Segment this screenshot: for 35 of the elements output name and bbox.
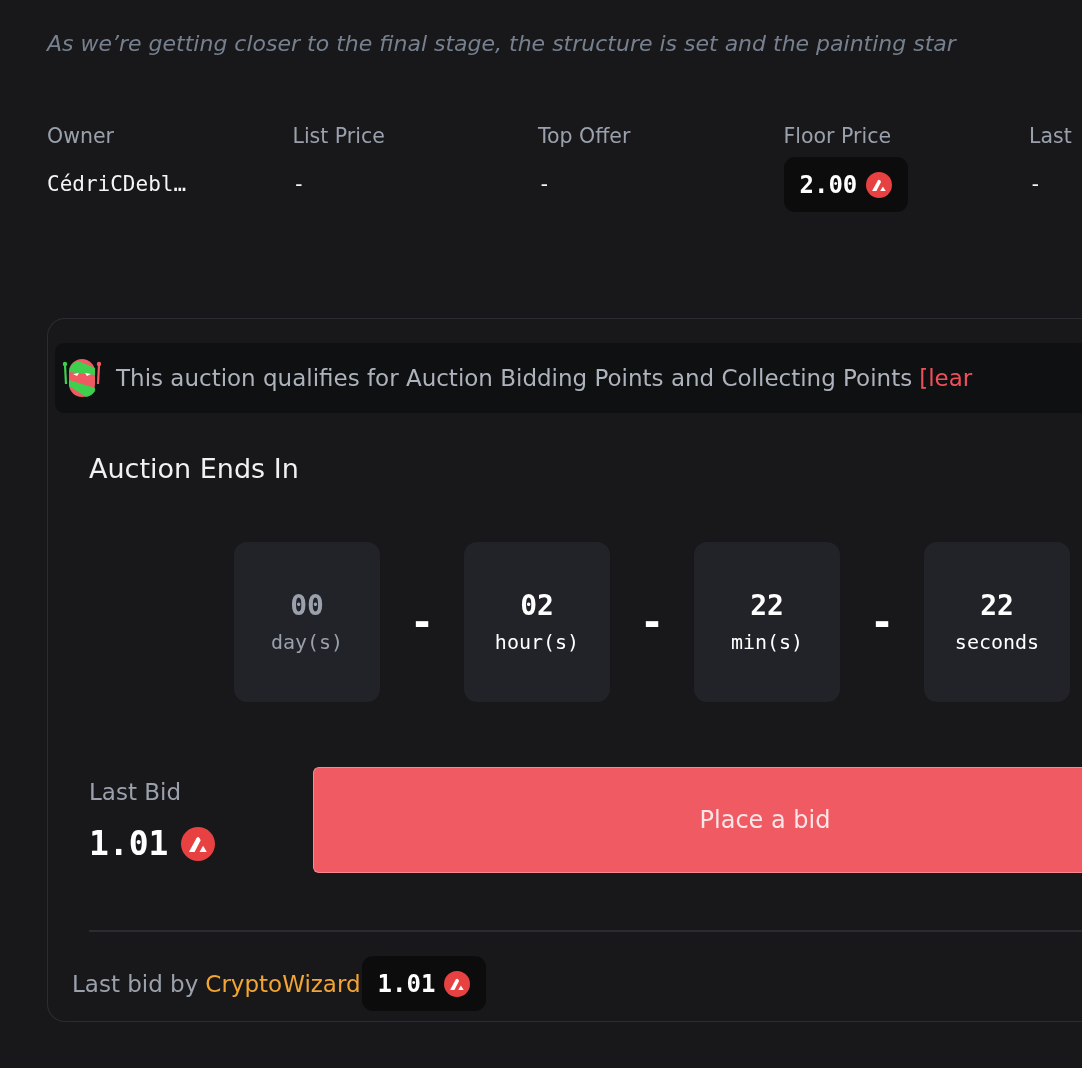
learn-more-link[interactable]: [lear: [919, 365, 973, 391]
stat-value: CédriCDebl…: [47, 171, 187, 198]
countdown-value: 22: [980, 589, 1014, 623]
separator-dash: -: [638, 602, 666, 642]
separator-dash: -: [868, 602, 896, 642]
bidder-link[interactable]: CryptoWizard: [205, 970, 361, 997]
bid-amount-value: 1.01: [377, 969, 436, 998]
stat-value: -: [538, 171, 551, 198]
stat-label: Last: [1029, 123, 1072, 149]
countdown-value: 22: [750, 589, 784, 623]
last-bid-by-text: Last bid by: [72, 970, 199, 997]
price-value: 2.00: [799, 170, 858, 199]
stat-label: Owner: [47, 123, 114, 149]
separator-dash: -: [408, 602, 436, 642]
banner-text: This auction qualifies for Auction Bidding Points and Collecting Points: [116, 365, 913, 391]
countdown-unit: day(s): [270, 629, 344, 655]
token-icon: [444, 970, 471, 997]
last-bid-value: 1.01: [89, 826, 169, 862]
stat-value: -: [1029, 171, 1042, 198]
countdown-unit: hour(s): [494, 629, 580, 655]
robot-icon: [62, 358, 102, 398]
last-bid-label: Last Bid: [89, 778, 181, 806]
token-icon: [866, 171, 893, 198]
countdown-value: 02: [520, 589, 554, 623]
token-icon: [181, 827, 216, 861]
stat-label: Floor Price: [783, 123, 892, 149]
countdown-unit: seconds: [954, 629, 1040, 655]
stat-label: Top Offer: [538, 123, 631, 149]
countdown-unit: min(s): [730, 629, 804, 655]
stat-label: List Price: [292, 123, 385, 149]
countdown-title: Auction Ends In: [89, 452, 300, 486]
countdown-value: 00: [290, 589, 324, 623]
stat-value: -: [292, 171, 306, 198]
place-bid-button[interactable]: Place a bid: [313, 767, 1082, 873]
description-text: As we’re getting closer to the final stage, the structure is set and the painting star: [47, 30, 958, 58]
